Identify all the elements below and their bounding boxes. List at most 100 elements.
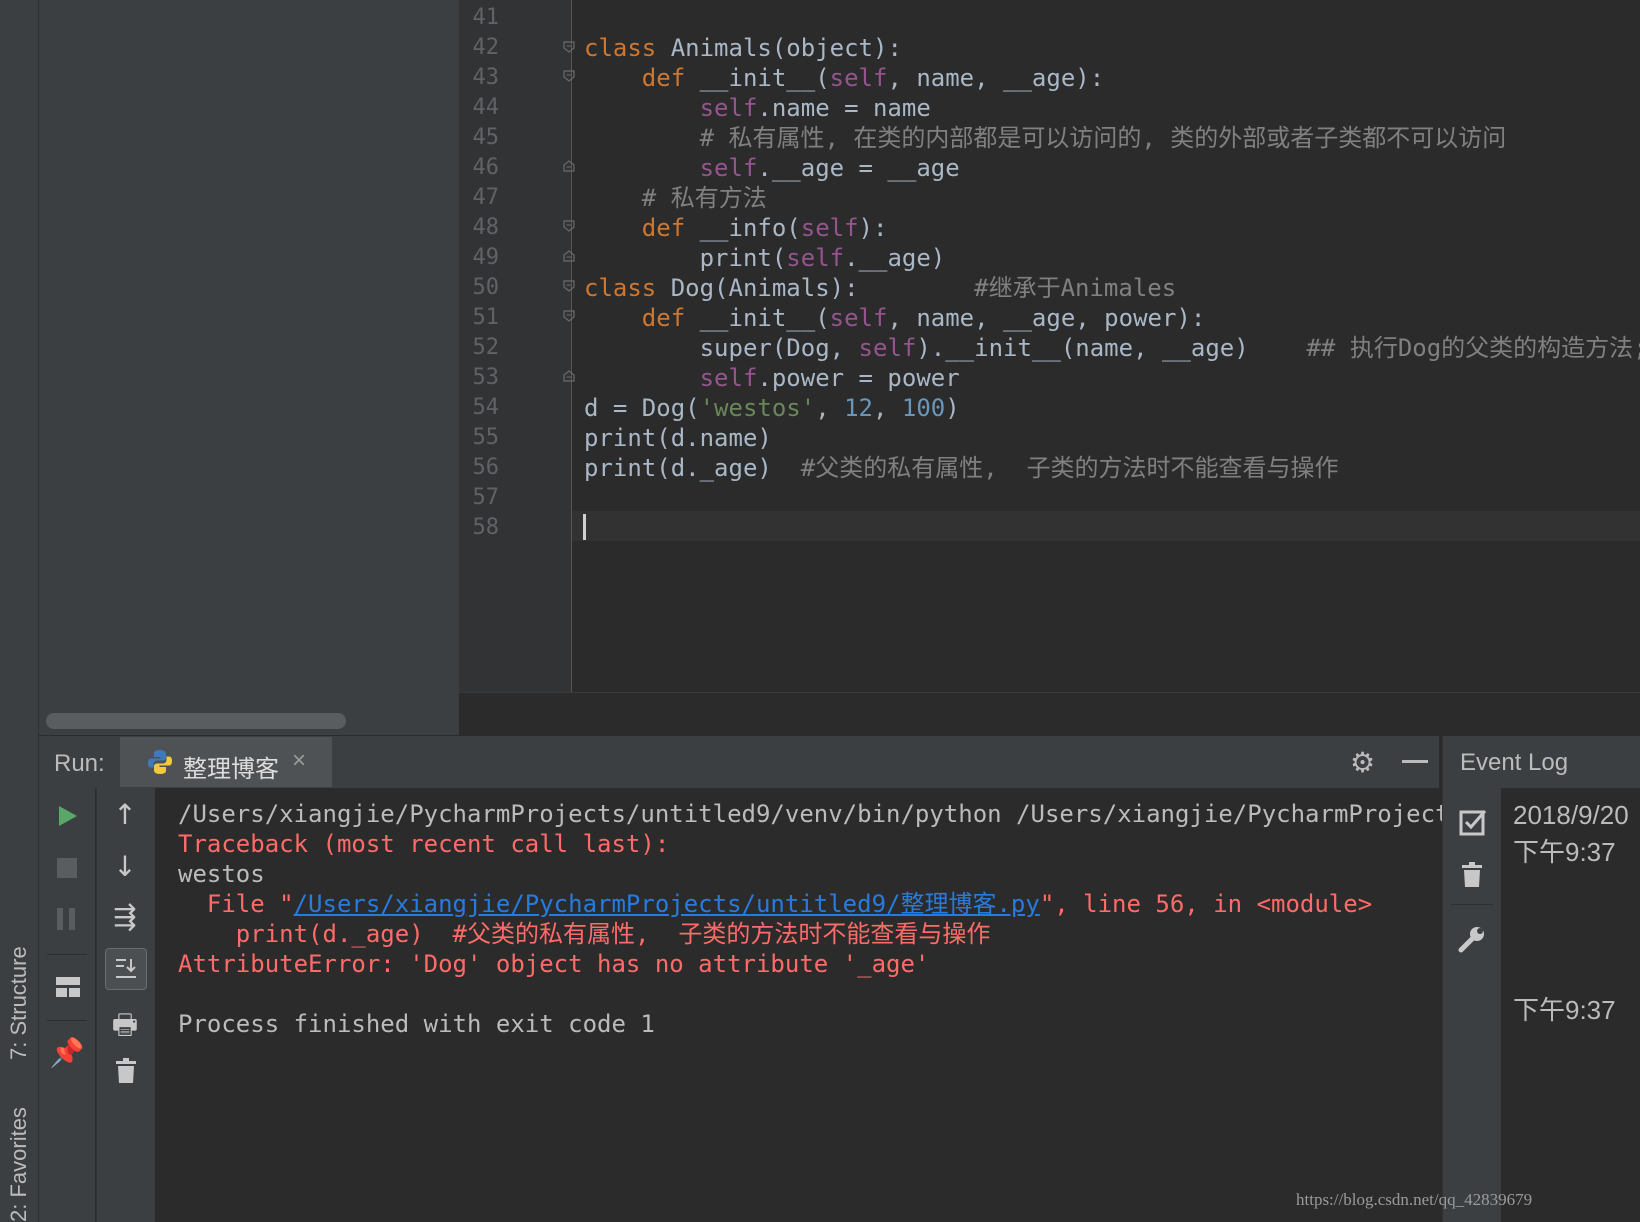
horizontal-scrollbar[interactable]: [46, 713, 346, 729]
code-token: # 私有属性, 在类的内部都是可以访问的, 类的外部或者子类都不可以访问: [584, 124, 1507, 152]
code-line: print(d.name): [584, 423, 772, 453]
fold-marker-icon[interactable]: [563, 280, 575, 292]
console-error-message: AttributeError: 'Dog' object has no attr…: [178, 950, 930, 978]
scroll-to-end-button[interactable]: [105, 948, 147, 990]
favorites-tab[interactable]: 2: Favorites: [2, 1090, 36, 1222]
code-token: .power = power: [757, 364, 960, 392]
code-token: Dog(Animals):: [670, 274, 975, 302]
code-token: ,: [815, 394, 845, 422]
code-token: ).__init__(name, __age): [916, 334, 1307, 362]
scroll-down-icon[interactable]: ↓: [105, 850, 145, 883]
line-number: 56: [472, 455, 500, 480]
console-command-line: /Users/xiangjie/PycharmProjects/untitled…: [178, 800, 1464, 828]
traceback-file-prefix: File ": [178, 890, 294, 918]
line-number: 57: [472, 485, 500, 510]
project-panel: [39, 0, 459, 735]
code-token: ,: [873, 394, 902, 422]
minimize-icon[interactable]: [1402, 760, 1428, 763]
line-number: 50: [472, 275, 500, 300]
code-token: print(d._age): [584, 454, 801, 482]
event-log-title[interactable]: Event Log: [1460, 749, 1568, 777]
code-token: .name = name: [757, 94, 931, 122]
code-line: def __init__(self, name, __age):: [584, 63, 1104, 93]
event-log-toolbar: [1442, 788, 1502, 1222]
editor-bottom-area: [459, 692, 1640, 736]
code-line: def __init__(self, name, __age, power):: [584, 303, 1206, 333]
run-label: Run:: [54, 750, 105, 777]
code-token: 100: [901, 394, 946, 422]
mark-read-icon[interactable]: [1459, 808, 1487, 836]
code-token: def: [584, 214, 700, 242]
fold-marker-icon[interactable]: [563, 41, 575, 53]
console-output-line: westos: [178, 860, 265, 888]
scroll-to-end-icon: [116, 959, 136, 978]
fold-end-marker-icon[interactable]: [563, 250, 575, 262]
code-line: # 私有方法: [584, 183, 767, 213]
current-line-highlight: [572, 511, 1640, 541]
pause-icon-bar[interactable]: [69, 908, 75, 930]
text-caret: [583, 514, 586, 540]
code-token: self: [829, 64, 888, 92]
line-number: 52: [472, 335, 500, 360]
toolbar-separator: [1451, 904, 1493, 905]
line-number: 42: [472, 35, 500, 60]
run-tab-label: 整理博客: [183, 756, 279, 783]
fold-end-marker-icon[interactable]: [563, 370, 575, 382]
line-number: 49: [472, 245, 500, 270]
code-token: , name, __age):: [887, 64, 1105, 92]
line-number: 48: [472, 215, 500, 240]
structure-tab[interactable]: 7: Structure: [2, 900, 36, 1060]
soft-wrap-icon[interactable]: ⇶: [105, 900, 145, 933]
fold-marker-icon[interactable]: [563, 220, 575, 232]
line-number: 45: [472, 125, 500, 150]
pin-icon[interactable]: 📌: [47, 1036, 87, 1069]
code-token: #父类的私有属性, 子类的方法时不能查看与操作: [800, 454, 1339, 482]
code-token: __info(: [699, 214, 801, 242]
code-line: self.__age = __age: [584, 153, 960, 183]
toolbar-separator: [47, 1020, 87, 1021]
structure-tab-label: 7: Structure: [6, 946, 31, 1060]
traceback-file-suffix: ", line 56, in <module>: [1039, 890, 1373, 918]
scroll-up-icon[interactable]: ↑: [105, 798, 145, 831]
line-number: 46: [472, 155, 500, 180]
line-number: 44: [472, 95, 500, 120]
fold-marker-icon[interactable]: [563, 310, 575, 322]
line-number: 51: [472, 305, 500, 330]
code-token: super(Dog,: [584, 334, 859, 362]
code-token: .__age = __age: [757, 154, 960, 182]
console-traceback-file-line: File "/Users/xiangjie/PycharmProjects/un…: [178, 889, 1372, 919]
run-toolbar-secondary: ↑ ↓ ⇶ 🖶: [96, 788, 156, 1222]
line-number: 47: [472, 185, 500, 210]
wrench-icon[interactable]: [1457, 924, 1487, 954]
fold-marker-icon[interactable]: [563, 70, 575, 82]
layout-icon[interactable]: [55, 976, 81, 998]
fold-end-marker-icon[interactable]: [563, 160, 575, 172]
code-line: self.name = name: [584, 93, 931, 123]
close-tab-icon[interactable]: ×: [292, 747, 306, 775]
code-token: class: [584, 274, 671, 302]
gutter-divider: [571, 0, 572, 692]
trash-icon[interactable]: [1461, 862, 1483, 888]
line-number: 53: [472, 365, 500, 390]
code-token: self: [858, 334, 917, 362]
gear-icon[interactable]: ⚙: [1350, 746, 1375, 779]
code-token: ): [945, 394, 960, 422]
traceback-file-link[interactable]: /Users/xiangjie/PycharmProjects/untitled…: [294, 890, 1040, 918]
stop-icon[interactable]: [57, 858, 77, 878]
trash-icon[interactable]: [115, 1058, 137, 1084]
left-tool-strip: 7: Structure 2: Favorites: [0, 0, 39, 1222]
code-token: __init__(: [699, 64, 830, 92]
rerun-icon[interactable]: [57, 804, 79, 828]
code-token: print(d.name): [584, 424, 772, 452]
print-icon[interactable]: 🖶: [105, 1004, 145, 1052]
code-token: __init__(: [699, 304, 830, 332]
console-exit-message: Process finished with exit code 1: [178, 1010, 655, 1038]
line-number: 55: [472, 425, 500, 450]
console-traceback-header: Traceback (most recent call last):: [178, 830, 670, 858]
pause-icon-bar[interactable]: [57, 908, 63, 930]
code-token: ## 执行Dog的父类的构造方法;: [1306, 334, 1640, 362]
python-icon: [148, 750, 172, 774]
event-log-body[interactable]: 2018/9/20 下午9:37 下午9:37: [1501, 788, 1640, 1222]
